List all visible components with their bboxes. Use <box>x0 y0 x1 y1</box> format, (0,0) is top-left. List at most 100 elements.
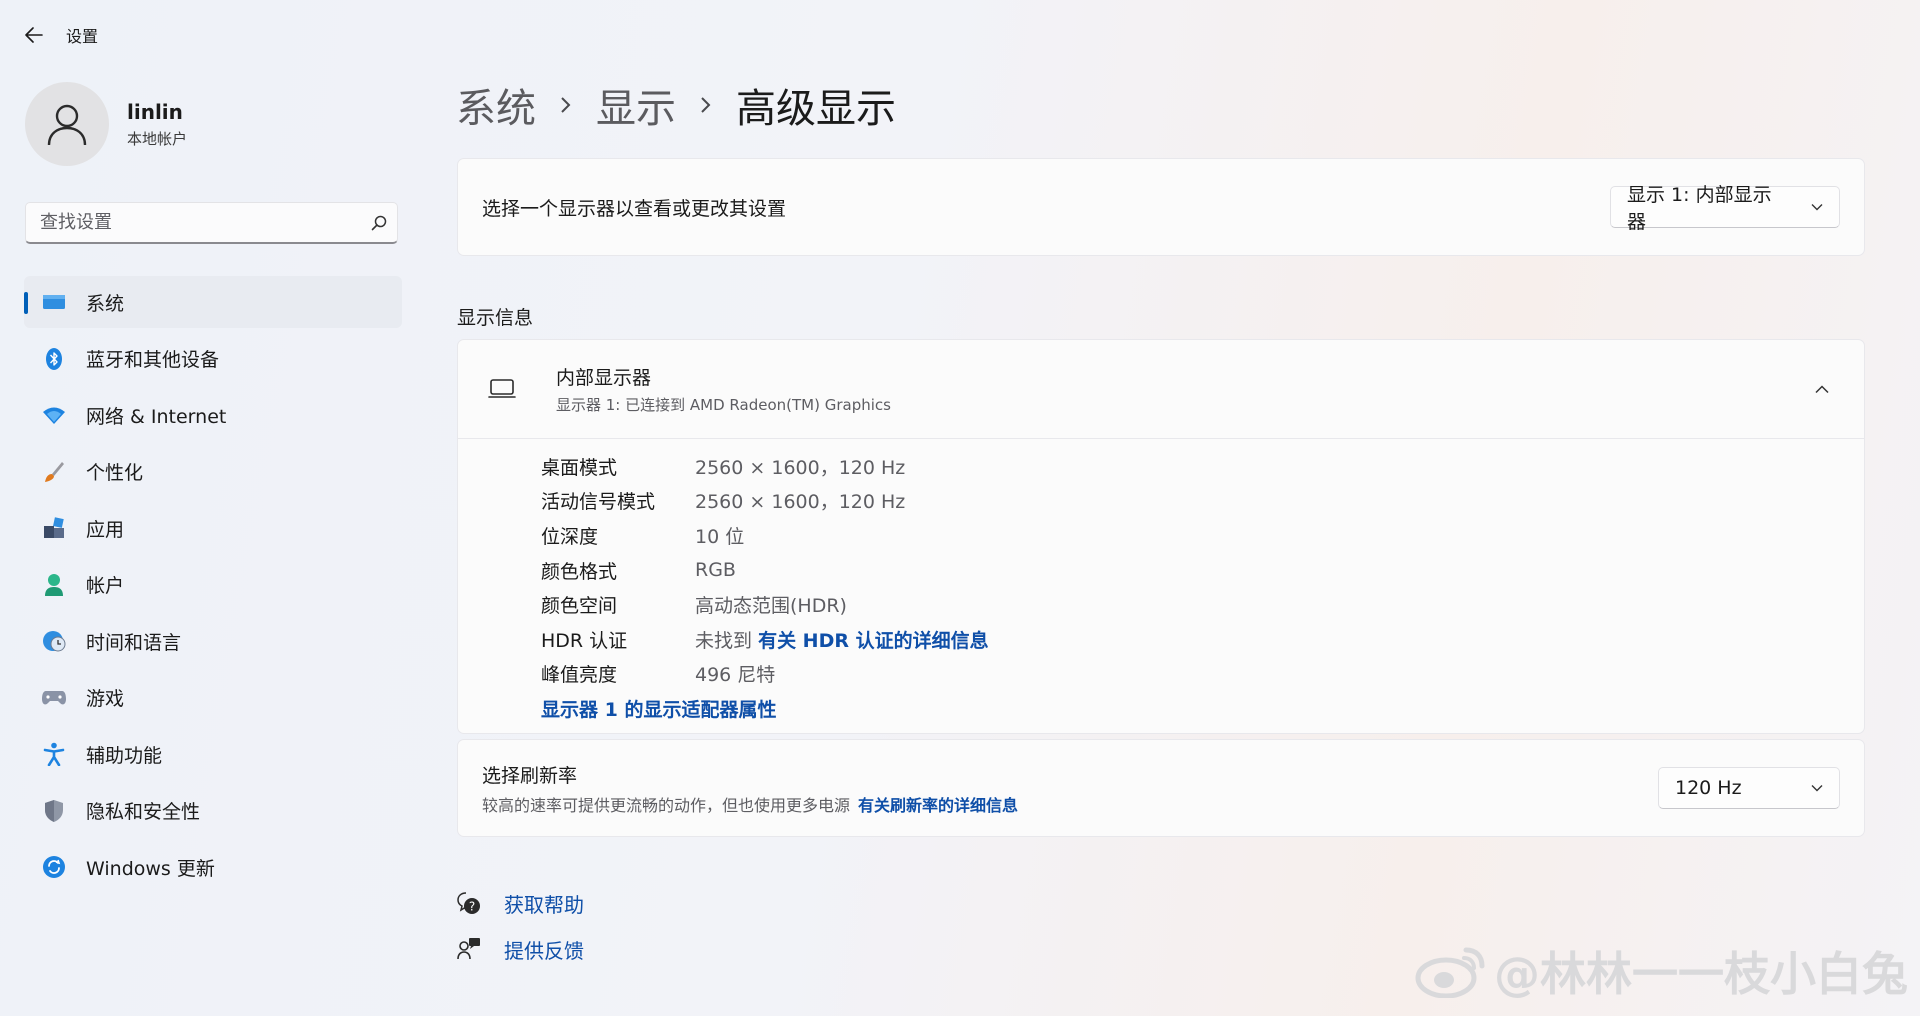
get-help-label: 获取帮助 <box>504 892 584 917</box>
hdr-details-link[interactable]: 有关 HDR 认证的详细信息 <box>758 630 989 652</box>
watermark-text: @林林一一枝小白兔 <box>1494 947 1908 1001</box>
search-box[interactable] <box>25 202 398 244</box>
info-label: 峰值亮度 <box>541 664 618 687</box>
info-label: 桌面模式 <box>541 456 618 479</box>
refresh-rate-description: 较高的速率可提供更流畅的动作，但也使用更多电源 有关刷新率的详细信息 <box>482 792 1018 816</box>
display-info-header[interactable]: 内部显示器 显示器 1: 已连接到 AMD Radeon(TM) Graphic… <box>458 340 1864 439</box>
svg-text:?: ? <box>469 900 475 914</box>
sidebar-item-time-language[interactable]: 时间和语言 <box>24 615 402 667</box>
chevron-down-icon <box>1811 784 1823 792</box>
sidebar-item-label: 应用 <box>86 518 125 541</box>
refresh-rate-value: 120 Hz <box>1675 777 1742 799</box>
feedback-icon <box>456 936 482 962</box>
laptop-icon <box>482 379 522 399</box>
user-profile[interactable]: linlin 本地帐户 <box>25 82 187 166</box>
info-value: 2560 × 1600，120 Hz <box>695 456 906 479</box>
sidebar-item-label: 辅助功能 <box>86 744 163 767</box>
display-name: 内部显示器 <box>556 367 652 389</box>
feedback-label: 提供反馈 <box>504 938 584 963</box>
breadcrumb: 系统 显示 高级显示 <box>456 76 896 134</box>
sidebar-item-label: 隐私和安全性 <box>86 801 201 823</box>
sidebar-item-privacy[interactable]: 隐私和安全性 <box>24 785 402 837</box>
info-label: HDR 认证 <box>541 629 628 652</box>
sidebar-item-system[interactable]: 系统 <box>24 276 402 328</box>
info-row: HDR 认证 未找到 有关 HDR 认证的详细信息 <box>541 622 1864 657</box>
search-icon[interactable] <box>361 215 397 231</box>
refresh-rate-card: 选择刷新率 较高的速率可提供更流畅的动作，但也使用更多电源 有关刷新率的详细信息 … <box>457 739 1865 837</box>
sidebar-item-label: Windows 更新 <box>86 857 215 880</box>
get-help-link[interactable]: ? 获取帮助 <box>456 880 584 926</box>
weibo-logo-icon <box>1415 947 1485 998</box>
sidebar-item-label: 系统 <box>86 292 125 315</box>
back-arrow-icon <box>25 27 43 43</box>
apps-icon <box>40 514 68 542</box>
sidebar-item-label: 网络 & Internet <box>86 405 227 428</box>
chevron-right-icon <box>700 95 712 115</box>
display-select-dropdown[interactable]: 显示 1: 内部显示器 <box>1610 184 1840 233</box>
app-title: 设置 <box>66 27 99 46</box>
info-value: 未找到 有关 HDR 认证的详细信息 <box>695 626 989 653</box>
info-row: 峰值亮度 496 尼特 <box>541 657 1864 692</box>
wifi-icon <box>40 401 68 429</box>
accessibility-icon <box>40 740 68 768</box>
sidebar-item-gaming[interactable]: 游戏 <box>24 672 402 724</box>
title-bar: 设置 <box>0 0 400 70</box>
display-info-card: 内部显示器 显示器 1: 已连接到 AMD Radeon(TM) Graphic… <box>457 339 1865 734</box>
info-label: 位深度 <box>541 525 599 548</box>
watermark: @林林一一枝小白兔 <box>1414 938 1908 1004</box>
display-info-rows: 桌面模式 2560 × 1600，120 Hz 活动信号模式 2560 × 16… <box>458 439 1864 725</box>
refresh-rate-dropdown[interactable]: 120 Hz <box>1658 767 1840 809</box>
update-icon <box>40 853 68 881</box>
bluetooth-icon <box>40 345 68 373</box>
info-value: 高动态范围(HDR) <box>695 595 847 618</box>
sidebar-item-personalization[interactable]: 个性化 <box>24 446 402 498</box>
refresh-details-link[interactable]: 有关刷新率的详细信息 <box>858 796 1018 815</box>
info-row: 活动信号模式 2560 × 1600，120 Hz <box>541 484 1864 519</box>
display-select-card: 选择一个显示器以查看或更改其设置 显示 1: 内部显示器 <box>457 158 1865 256</box>
hdr-status-value: 未找到 <box>695 629 753 652</box>
refresh-description-text: 较高的速率可提供更流畅的动作，但也使用更多电源 <box>482 795 851 815</box>
info-value: 10 位 <box>695 525 745 548</box>
sidebar-item-label: 游戏 <box>86 688 125 710</box>
shield-icon <box>40 797 68 825</box>
avatar <box>25 82 109 166</box>
display-select-value: 显示 1: 内部显示器 <box>1627 184 1772 233</box>
info-row: 颜色空间 高动态范围(HDR) <box>541 587 1864 622</box>
sidebar-item-apps[interactable]: 应用 <box>24 502 402 554</box>
sidebar-item-label: 蓝牙和其他设备 <box>86 349 220 371</box>
sidebar-item-accounts[interactable]: 帐户 <box>24 559 402 611</box>
sidebar-item-windows-update[interactable]: Windows 更新 <box>24 841 402 893</box>
help-chat-icon: ? <box>456 890 482 916</box>
info-row: 位深度 10 位 <box>541 518 1864 553</box>
account-icon <box>40 571 68 599</box>
sidebar-item-label: 时间和语言 <box>86 631 182 654</box>
display-subtitle: 显示器 1: 已连接到 AMD Radeon(TM) Graphics <box>556 396 891 414</box>
chevron-down-icon <box>1811 203 1823 211</box>
breadcrumb-display[interactable]: 显示 <box>596 76 676 134</box>
page-title: 高级显示 <box>736 86 896 132</box>
person-icon <box>47 104 87 146</box>
breadcrumb-system[interactable]: 系统 <box>456 76 536 134</box>
info-value: 2560 × 1600，120 Hz <box>695 491 906 514</box>
display-select-label: 选择一个显示器以查看或更改其设置 <box>482 197 787 220</box>
sidebar-item-bluetooth[interactable]: 蓝牙和其他设备 <box>24 333 402 385</box>
sidebar-item-label: 个性化 <box>86 462 144 484</box>
section-title-display-info: 显示信息 <box>457 307 534 329</box>
search-input[interactable] <box>26 211 361 234</box>
sidebar-item-network[interactable]: 网络 & Internet <box>24 389 402 441</box>
clock-globe-icon <box>40 627 68 655</box>
help-links: ? 获取帮助 提供反馈 <box>456 880 584 972</box>
brush-icon <box>40 458 68 486</box>
system-icon <box>40 288 68 316</box>
feedback-link[interactable]: 提供反馈 <box>456 926 584 972</box>
info-row: 颜色格式 RGB <box>541 553 1864 588</box>
info-row: 桌面模式 2560 × 1600，120 Hz <box>541 449 1864 484</box>
info-label: 活动信号模式 <box>541 491 656 514</box>
sidebar-item-accessibility[interactable]: 辅助功能 <box>24 728 402 780</box>
chevron-right-icon <box>560 95 572 115</box>
info-value: RGB <box>695 559 736 582</box>
adapter-properties-link[interactable]: 显示器 1 的显示适配器属性 <box>541 691 1864 725</box>
chevron-up-icon[interactable] <box>1802 369 1842 409</box>
back-button[interactable] <box>14 15 54 55</box>
sidebar-item-label: 帐户 <box>86 575 125 597</box>
